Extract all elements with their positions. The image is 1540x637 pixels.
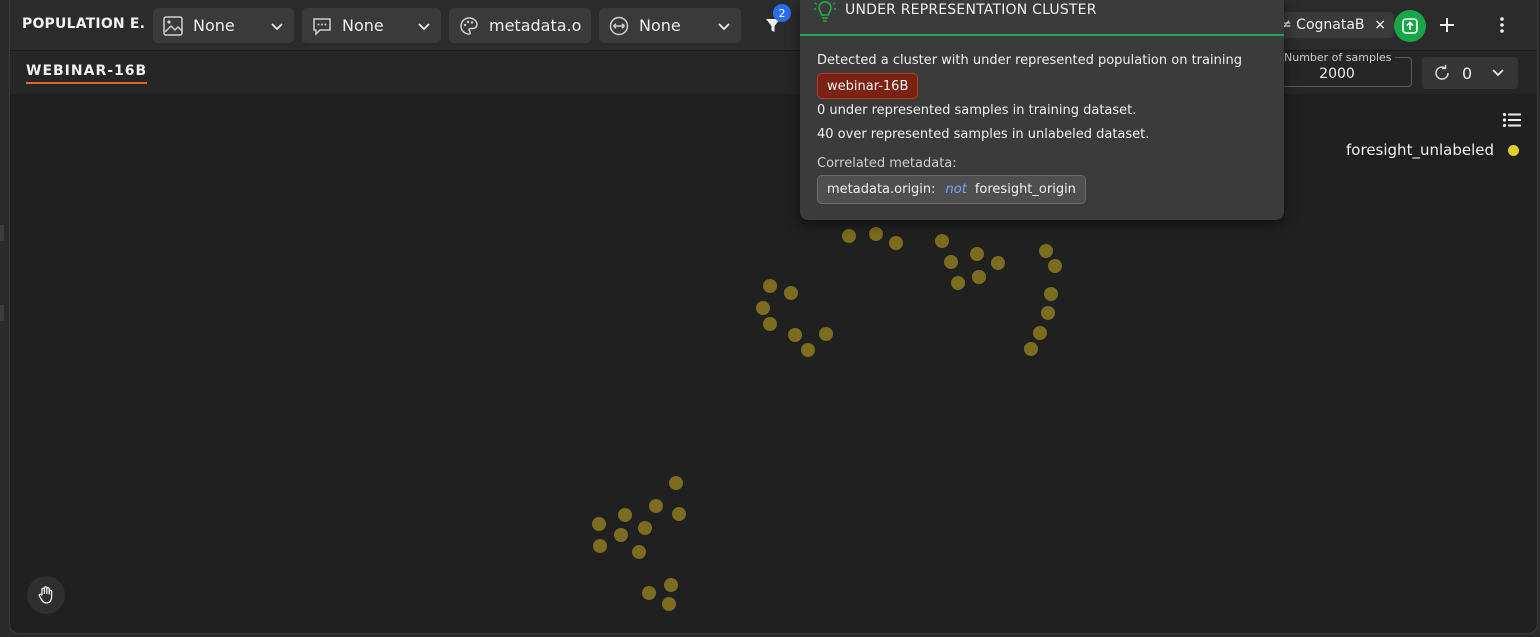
sample-point[interactable]: [763, 317, 777, 331]
refresh-value: 0: [1462, 64, 1473, 83]
sample-point[interactable]: [763, 279, 777, 293]
color-by-dropdown-value: metadata.o...: [489, 16, 583, 35]
chevron-down-icon: [415, 17, 433, 35]
close-icon[interactable]: ×: [1374, 17, 1386, 33]
insight-popup: UNDER REPRESENTATION CLUSTER Detected a …: [800, 0, 1284, 220]
metadata-chip: metadata.origin: not foresight_origin: [817, 175, 1086, 204]
comment-dropdown-value: None: [342, 16, 384, 35]
sample-point[interactable]: [593, 539, 607, 553]
sample-point[interactable]: [618, 508, 632, 522]
hand-icon: [38, 586, 53, 604]
sample-point[interactable]: [649, 499, 663, 513]
sample-point[interactable]: [1041, 306, 1055, 320]
scatter-plot[interactable]: [10, 94, 1537, 633]
popup-description: Detected a cluster with under represente…: [817, 53, 1242, 68]
sample-point[interactable]: [642, 586, 656, 600]
legend-item[interactable]: foresight_unlabeled: [1346, 141, 1519, 159]
sample-point[interactable]: [756, 301, 770, 315]
metadata-value: foresight_origin: [974, 182, 1076, 197]
image-dropdown-value: None: [193, 16, 235, 35]
sample-point[interactable]: [638, 521, 652, 535]
sample-point[interactable]: [889, 236, 903, 250]
sample-point[interactable]: [1033, 326, 1047, 340]
refresh-icon: [1432, 63, 1452, 83]
sample-point[interactable]: [1024, 342, 1038, 356]
size-by-dropdown[interactable]: None: [599, 8, 741, 43]
toolbar: POPULATION E... None None metadata.o...: [10, 0, 1537, 51]
comment-icon: [310, 14, 334, 38]
sample-point[interactable]: [970, 247, 984, 261]
samples-value: 2000: [1319, 66, 1355, 82]
image-dropdown[interactable]: None: [153, 8, 294, 43]
sample-point[interactable]: [842, 229, 856, 243]
sample-point[interactable]: [819, 327, 833, 341]
resize-icon: [607, 14, 631, 38]
sample-point[interactable]: [632, 545, 646, 559]
image-icon: [161, 14, 185, 38]
legend-label: foresight_unlabeled: [1346, 141, 1494, 159]
filter-chip-label: ≠ CognataB: [1280, 17, 1365, 33]
subbar: WEBINAR-16B Number of samples 2000 0: [10, 51, 1537, 94]
more-options-icon[interactable]: [1492, 12, 1512, 38]
sample-point[interactable]: [991, 256, 1005, 270]
edge-handle: [0, 305, 4, 321]
sample-point[interactable]: [592, 517, 606, 531]
lightbulb-icon: [814, 0, 836, 24]
sample-point[interactable]: [784, 286, 798, 300]
palette-icon: [457, 14, 481, 38]
correlated-metadata-label: Correlated metadata:: [817, 156, 957, 171]
sample-point[interactable]: [614, 528, 628, 542]
comment-dropdown[interactable]: None: [302, 8, 441, 43]
popup-title: UNDER REPRESENTATION CLUSTER: [845, 2, 1097, 18]
sample-point[interactable]: [1044, 287, 1058, 301]
sample-point[interactable]: [1048, 259, 1062, 273]
sample-point[interactable]: [1039, 244, 1053, 258]
sample-point[interactable]: [869, 227, 883, 241]
sample-point[interactable]: [935, 234, 949, 248]
sample-point[interactable]: [801, 343, 815, 357]
upload-button[interactable]: [1394, 10, 1426, 42]
under-represented-count: 0 under represented samples in training …: [817, 103, 1137, 118]
list-icon[interactable]: [1502, 112, 1524, 130]
pan-tool-button[interactable]: [27, 576, 65, 614]
legend-color-dot: [1508, 144, 1519, 156]
app-frame: POPULATION E... None None metadata.o...: [9, 0, 1538, 634]
dataset-tag: webinar-16B: [817, 73, 919, 99]
metadata-operator: not: [945, 182, 967, 197]
chevron-down-icon: [715, 17, 733, 35]
chevron-down-icon: [268, 17, 286, 35]
panel-title: POPULATION E...: [22, 16, 144, 32]
color-by-dropdown[interactable]: metadata.o...: [449, 8, 591, 43]
sample-point[interactable]: [944, 255, 958, 269]
metadata-key: metadata.origin:: [827, 182, 936, 197]
samples-label: Number of samples: [1281, 51, 1395, 64]
edge-handle: [0, 225, 4, 241]
add-icon[interactable]: [1434, 12, 1460, 38]
tab-webinar-16b[interactable]: WEBINAR-16B: [26, 63, 148, 84]
refresh-dropdown[interactable]: 0: [1422, 57, 1518, 89]
sample-point[interactable]: [662, 597, 676, 611]
filter-count-badge: 2: [773, 4, 791, 22]
sample-point[interactable]: [669, 476, 683, 490]
sample-point[interactable]: [672, 507, 686, 521]
sample-point[interactable]: [788, 328, 802, 342]
chevron-down-icon: [1490, 64, 1508, 82]
size-by-dropdown-value: None: [639, 16, 681, 35]
sample-point[interactable]: [664, 578, 678, 592]
samples-field[interactable]: Number of samples 2000: [1262, 51, 1412, 87]
sample-point[interactable]: [972, 270, 986, 284]
sample-point[interactable]: [951, 276, 965, 290]
filter-chip[interactable]: ≠ CognataB ×: [1272, 12, 1394, 38]
popup-header: UNDER REPRESENTATION CLUSTER: [800, 0, 1284, 36]
over-represented-count: 40 over represented samples in unlabeled…: [817, 127, 1150, 142]
